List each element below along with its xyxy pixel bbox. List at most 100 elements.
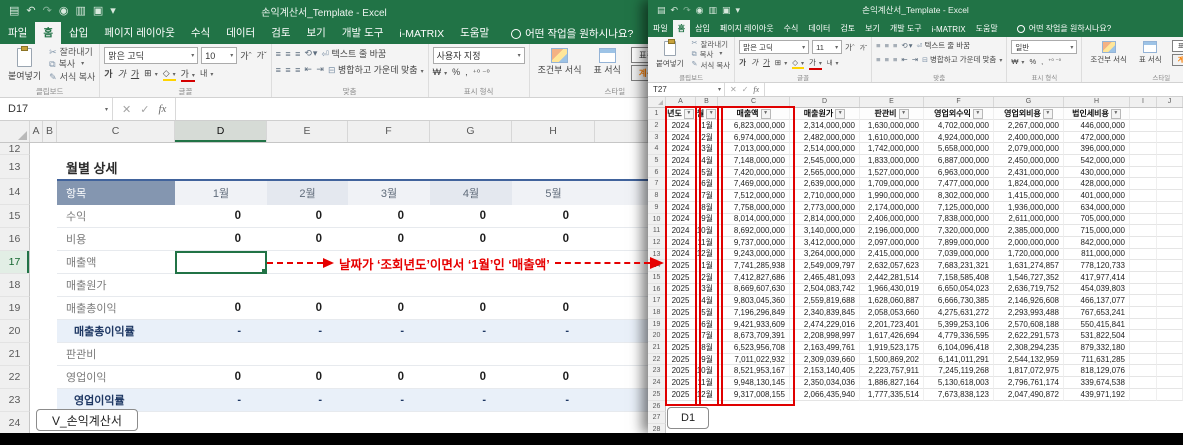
grid-cell[interactable]	[175, 343, 267, 366]
grid-cell[interactable]: 7,838,000,000	[924, 213, 994, 226]
grid-cell[interactable]: -	[430, 320, 512, 343]
row-header-7[interactable]: 7	[648, 178, 666, 191]
tell-me-search[interactable]: 어떤 작업을 원하시나요?	[505, 23, 639, 44]
ribbon-tab-수식[interactable]: 수식	[779, 20, 804, 37]
ribbon-tab-도움말[interactable]: 도움말	[971, 20, 1003, 37]
grid-cell[interactable]	[1130, 155, 1157, 167]
row-header-5[interactable]: 5	[648, 155, 666, 167]
spacer-cell[interactable]	[30, 251, 57, 274]
grid-cell[interactable]	[1157, 353, 1183, 366]
qat-more-icon[interactable]: ▾	[736, 5, 741, 15]
ribbon-tab-페이지 레이아웃[interactable]: 페이지 레이아웃	[715, 20, 779, 37]
orientation-icon[interactable]: ⟲▾	[304, 48, 318, 59]
bold-button[interactable]: 가	[104, 67, 112, 80]
grid-cell[interactable]	[595, 343, 648, 366]
grid-cell[interactable]: 0	[267, 205, 348, 228]
grid-cell[interactable]	[1157, 178, 1183, 191]
cut-button[interactable]: ✂ 잘라내기	[692, 40, 731, 49]
grid-cell[interactable]: 2,293,993,488	[994, 307, 1064, 319]
grid-cell[interactable]	[1130, 271, 1157, 284]
table-header-month[interactable]: 3월	[348, 179, 430, 205]
grid-cell[interactable]: 5,130,618,003	[924, 377, 994, 389]
grid-cell[interactable]: 7,158,585,408	[924, 271, 994, 284]
column-header-I[interactable]: I	[1130, 97, 1157, 107]
grid-cell[interactable]	[595, 274, 648, 297]
grid-cell[interactable]: 1,824,000,000	[994, 178, 1064, 191]
camera-icon[interactable]: ◉	[59, 5, 69, 17]
grid-cell[interactable]: 7,673,838,123	[924, 388, 994, 401]
preview-icon[interactable]: ▥	[708, 5, 717, 15]
grid-cell[interactable]: 2025	[666, 365, 696, 378]
grid-cell[interactable]: 1,936,000,000	[994, 201, 1064, 214]
column-header-J[interactable]: J	[1157, 97, 1183, 107]
grid-cell[interactable]: 7,125,000,000	[924, 201, 994, 214]
font-color-button[interactable]: 가 ▾	[181, 67, 195, 80]
undo-icon[interactable]: ↶	[26, 5, 35, 17]
spacer-cell[interactable]	[30, 297, 57, 320]
grid-cell[interactable]	[595, 389, 648, 412]
grid-cell[interactable]: 2024	[666, 225, 696, 237]
grid-cell[interactable]: -	[175, 320, 267, 343]
grid-cell[interactable]: 2,066,435,940	[790, 388, 860, 401]
grid-cell[interactable]: 2,611,000,000	[994, 213, 1064, 226]
column-header-A[interactable]: A	[30, 121, 43, 142]
row-label[interactable]: 매출원가	[57, 274, 175, 297]
grow-font-icon[interactable]: 가ˆ	[240, 49, 251, 62]
spacer-cell[interactable]	[30, 366, 57, 389]
save-icon[interactable]: ▤	[657, 5, 666, 15]
table-header-month[interactable]: 5월	[512, 179, 595, 205]
ribbon-tab-i-MATRIX[interactable]: i-MATRIX	[391, 24, 452, 44]
spacer-cell[interactable]	[30, 205, 57, 228]
row-header-16[interactable]: 16	[0, 228, 30, 251]
grid-cell[interactable]	[1130, 213, 1157, 226]
grid-cell[interactable]: 0	[512, 205, 595, 228]
grid-cell[interactable]: 0	[430, 228, 512, 251]
grid-cell[interactable]: 2,208,998,997	[790, 330, 860, 343]
grid-cell[interactable]	[1157, 388, 1183, 401]
row-header-21[interactable]: 21	[648, 342, 666, 354]
ribbon-tab-도움말[interactable]: 도움말	[452, 21, 497, 44]
grid-cell[interactable]	[1130, 166, 1157, 179]
font-name-select[interactable]: 맑은 고딕 ▾	[104, 47, 199, 64]
grid-cell[interactable]: 1,990,000,000	[860, 190, 924, 202]
grid-cell[interactable]	[1157, 377, 1183, 389]
grid-cell[interactable]: 9,317,008,155	[718, 388, 790, 401]
grid-cell[interactable]	[595, 297, 648, 320]
grid-cell[interactable]	[1157, 120, 1183, 132]
grid-cell[interactable]: 2,201,723,401	[860, 318, 924, 331]
table-header-month[interactable]: 4월	[430, 179, 512, 205]
filter-dropdown-icon[interactable]: ▼	[1042, 108, 1053, 119]
grid-cell[interactable]: 5월	[696, 307, 718, 319]
row-header-4[interactable]: 4	[648, 143, 666, 156]
row-header-26[interactable]: 26	[648, 400, 666, 413]
grid-cell[interactable]: 4월	[696, 155, 718, 167]
grid-cell[interactable]: 7,899,000,000	[924, 236, 994, 249]
fill-color-button[interactable]: ◇ ▾	[792, 58, 804, 67]
grid-cell[interactable]: 7월	[696, 190, 718, 202]
shrink-font-icon[interactable]: 가ˇ	[257, 50, 267, 61]
row-header-8[interactable]: 8	[648, 190, 666, 202]
spacer-cell[interactable]	[30, 274, 57, 297]
percent-style-icon[interactable]: %	[1029, 57, 1036, 66]
enter-icon[interactable]: ✓	[140, 103, 149, 116]
grid-cell[interactable]: 811,000,000	[1064, 248, 1130, 261]
grid-cell[interactable]: 466,137,077	[1064, 295, 1130, 307]
enter-icon[interactable]: ✓	[742, 85, 749, 94]
grid-cell[interactable]	[1130, 283, 1157, 296]
grid-cell[interactable]: 1,777,335,514	[860, 388, 924, 401]
grid-cell[interactable]: 2,636,719,752	[994, 283, 1064, 296]
grid-cell[interactable]: 2,415,000,000	[860, 248, 924, 261]
cell-style-표준[interactable]: 표준	[630, 47, 648, 63]
grid-cell[interactable]: 7,512,000,000	[718, 190, 790, 202]
formula-input[interactable]	[765, 83, 1183, 96]
table-header-partial[interactable]	[595, 179, 648, 205]
grid-cell[interactable]: 3월	[696, 283, 718, 296]
grid-cell[interactable]: 2,474,229,016	[790, 318, 860, 331]
grid-cell[interactable]	[1157, 248, 1183, 261]
row-header-19[interactable]: 19	[648, 318, 666, 331]
grid-cell[interactable]	[1130, 131, 1157, 144]
grid-cell[interactable]: 11월	[696, 377, 718, 389]
bold-button[interactable]: 가	[739, 57, 746, 68]
grid-cell[interactable]: 7,013,000,000	[718, 143, 790, 156]
indent-icons[interactable]: ⇤ ⇥	[901, 55, 919, 64]
